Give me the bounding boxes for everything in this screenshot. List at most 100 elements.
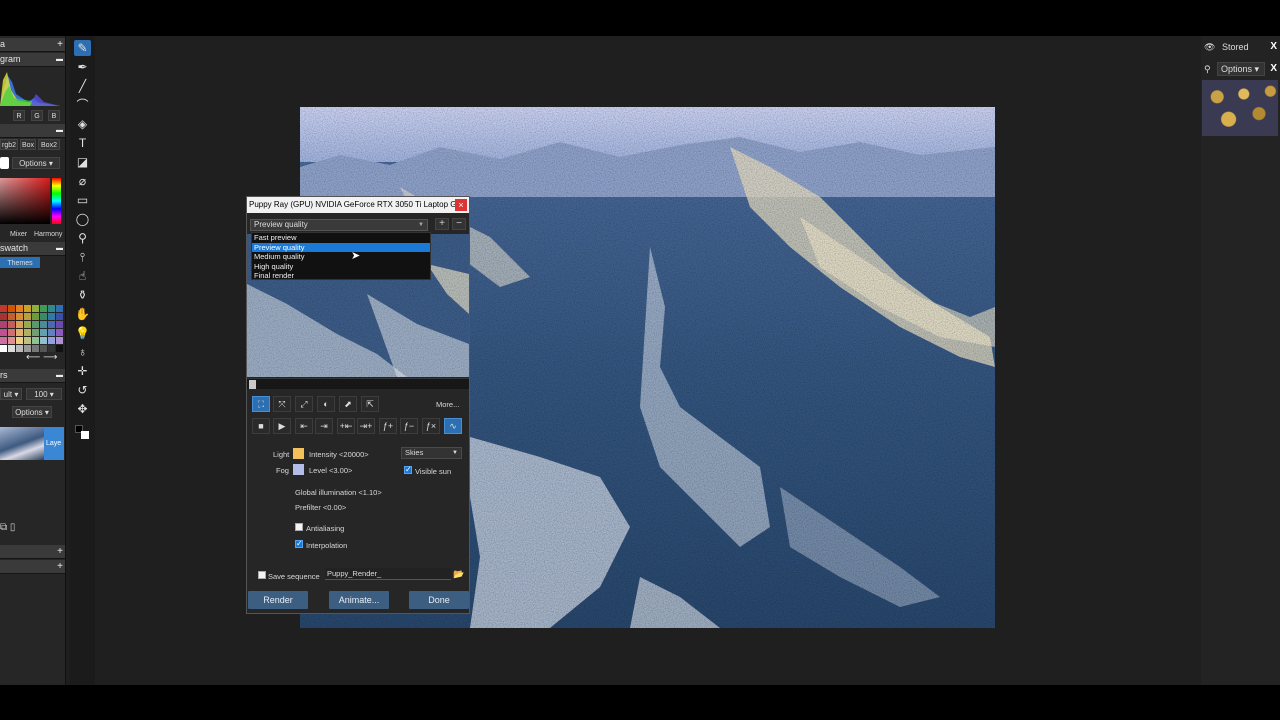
collapse-icon[interactable]: ▬	[56, 124, 63, 137]
channel-r-button[interactable]: R	[13, 110, 25, 121]
swatch-color[interactable]	[0, 305, 7, 312]
stop-icon[interactable]: ■	[252, 418, 270, 434]
swatch-color[interactable]	[24, 329, 31, 336]
color-options-dropdown[interactable]: Options ▾	[12, 157, 60, 169]
done-button[interactable]: Done	[409, 591, 469, 609]
add-keyframe-icon[interactable]: ƒ+	[379, 418, 397, 434]
pin-tool-icon[interactable]: ⫯	[74, 249, 91, 265]
light-direction-icon[interactable]: ⬈	[339, 396, 357, 412]
swatch-color[interactable]	[56, 337, 63, 344]
hand-tool-icon[interactable]: ✋	[74, 306, 91, 322]
line-tool-icon[interactable]: ╱	[74, 78, 91, 94]
histogram-header[interactable]: gram ▬	[0, 53, 65, 67]
swatch-color[interactable]	[56, 345, 63, 352]
hue-slider[interactable]	[52, 178, 61, 224]
insert-key-after-icon[interactable]: ⇥+	[357, 418, 375, 434]
swatch-color[interactable]	[24, 313, 31, 320]
light-intensity[interactable]: Intensity <20000>	[309, 450, 369, 459]
play-icon[interactable]: ▶	[273, 418, 291, 434]
color-header[interactable]: ▬	[0, 124, 65, 138]
add-icon[interactable]: +	[57, 545, 63, 558]
close-icon[interactable]: X	[1270, 38, 1277, 56]
themes-tab[interactable]: Themes	[0, 257, 40, 268]
swatch-color[interactable]	[40, 345, 47, 352]
smudge-tool-icon[interactable]: ☝	[74, 268, 91, 284]
prefilter[interactable]: Prefilter <0.00>	[295, 503, 346, 512]
add-icon[interactable]: +	[57, 38, 63, 51]
layer-action-icons[interactable]: ⧉ ▯	[0, 522, 64, 534]
eyedropper-tool-icon[interactable]: ⌀	[74, 173, 91, 189]
collapse-icon[interactable]: ▬	[56, 242, 63, 255]
antialiasing-checkbox[interactable]	[295, 523, 303, 531]
shape-tool-icon[interactable]: ◪	[74, 154, 91, 170]
zoom-tool-icon[interactable]: ⚲	[74, 230, 91, 246]
swatch-color[interactable]	[32, 345, 39, 352]
swatch-color[interactable]	[48, 321, 55, 328]
swatch-color[interactable]	[16, 305, 23, 312]
primary-color-chip[interactable]	[0, 157, 9, 169]
brush-tool-icon[interactable]: ✎	[74, 40, 91, 56]
undo-icon[interactable]: ↺	[74, 382, 91, 398]
next-key-icon[interactable]: ⇥	[315, 418, 333, 434]
quality-option-preview[interactable]: Preview quality	[252, 242, 430, 252]
transform-tool-icon[interactable]: ✥	[74, 401, 91, 417]
quality-option-high[interactable]: High quality	[252, 262, 430, 272]
stored-header[interactable]: 👁 Stored X	[1201, 38, 1280, 56]
blend-mode-dropdown[interactable]: ult ▾	[0, 388, 22, 400]
swatch-color[interactable]	[8, 313, 15, 320]
swatch-color[interactable]	[48, 337, 55, 344]
channel-b-button[interactable]: B	[48, 110, 60, 121]
light-color-swatch[interactable]	[293, 448, 304, 459]
swatch-color[interactable]	[8, 337, 15, 344]
swatch-color[interactable]	[8, 329, 15, 336]
collapsed-panel-2[interactable]: +	[0, 560, 65, 574]
history-arrows[interactable]: ⟵ ⟶	[26, 352, 64, 364]
swatch-color[interactable]	[0, 329, 7, 336]
collapse-icon[interactable]: ▬	[56, 53, 63, 66]
color-picker-square[interactable]	[0, 178, 50, 224]
swatch-color[interactable]	[48, 329, 55, 336]
swatch-color[interactable]	[16, 337, 23, 344]
quality-option-final[interactable]: Final render	[252, 271, 430, 281]
swatch-header[interactable]: swatch ▬	[0, 242, 65, 256]
quality-option-medium[interactable]: Medium quality	[252, 252, 430, 262]
tab-mixer[interactable]: Mixer	[10, 231, 27, 238]
insert-key-before-icon[interactable]: +⇤	[337, 418, 355, 434]
render-button[interactable]: Render	[248, 591, 308, 609]
camera-move-icon[interactable]: ⤧	[273, 396, 291, 412]
layer-thumbnail[interactable]	[0, 427, 44, 460]
swatch-color[interactable]	[40, 305, 47, 312]
swatch-color[interactable]	[40, 329, 47, 336]
tab-harmony[interactable]: Harmony	[34, 231, 62, 238]
mode-rgb2-button[interactable]: rgb2	[0, 139, 18, 150]
move-tool-icon[interactable]: ✛	[74, 363, 91, 379]
collapsed-panel-1[interactable]: +	[0, 545, 65, 559]
folder-icon[interactable]: 📂	[453, 568, 465, 580]
text-tool-icon[interactable]: T	[74, 135, 91, 151]
stamp-tool-icon[interactable]: ♁	[74, 344, 91, 360]
swatch-color[interactable]	[8, 321, 15, 328]
rect-select-icon[interactable]: ▭	[74, 192, 91, 208]
swatch-color[interactable]	[40, 337, 47, 344]
skies-dropdown[interactable]: Skies ▼	[401, 447, 462, 459]
remove-keyframe-icon[interactable]: ƒ−	[400, 418, 418, 434]
add-preset-button[interactable]: +	[435, 218, 449, 230]
bulb-icon[interactable]: ⚲	[1204, 60, 1211, 78]
sequence-name-input[interactable]: Puppy_Render_	[325, 568, 451, 580]
close-icon[interactable]: X	[1270, 60, 1277, 78]
layers-header[interactable]: rs ▬	[0, 369, 65, 383]
swatch-color[interactable]	[40, 313, 47, 320]
timeline-knob[interactable]	[249, 380, 256, 389]
swatch-color[interactable]	[0, 313, 7, 320]
camera-tilt-icon[interactable]: ⤢	[295, 396, 313, 412]
smooth-curve-icon[interactable]: ∿	[444, 418, 462, 434]
swatch-color[interactable]	[40, 321, 47, 328]
swatch-color[interactable]	[48, 313, 55, 320]
opacity-dropdown[interactable]: 100 ▾	[26, 388, 62, 400]
swatch-color[interactable]	[32, 329, 39, 336]
stored-texture-thumbnail[interactable]	[1202, 80, 1278, 136]
layer-options-dropdown[interactable]: Options ▾	[12, 406, 52, 418]
quality-option-fast[interactable]: Fast preview	[252, 233, 430, 243]
previous-key-icon[interactable]: ⇤	[295, 418, 313, 434]
swatch-color[interactable]	[32, 313, 39, 320]
